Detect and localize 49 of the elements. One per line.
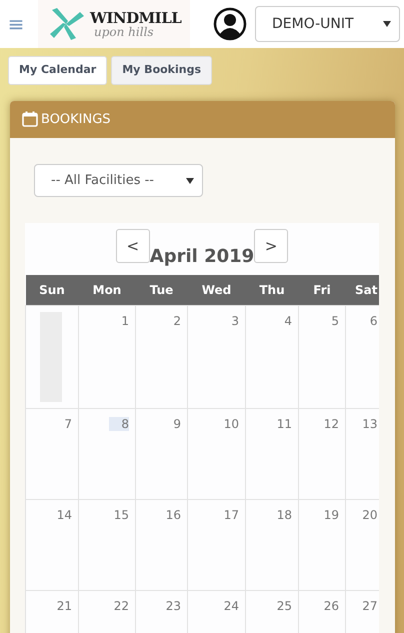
day-number[interactable]: 19 bbox=[324, 508, 339, 522]
day-number[interactable]: 14 bbox=[56, 508, 72, 522]
day-number[interactable]: 20 bbox=[362, 508, 378, 522]
user-avatar-icon[interactable] bbox=[213, 7, 247, 41]
next-month-button[interactable]: > bbox=[254, 229, 288, 263]
day-number[interactable]: 9 bbox=[173, 416, 181, 430]
day-number[interactable]: 3 bbox=[231, 314, 239, 328]
logo-tagline: upon hills bbox=[94, 26, 155, 38]
day-number[interactable]: 26 bbox=[324, 598, 339, 612]
caret-icon bbox=[383, 21, 391, 27]
day-number[interactable]: 5 bbox=[331, 314, 339, 328]
weekday-header: Mon bbox=[92, 282, 122, 297]
day-number[interactable]: 17 bbox=[224, 508, 239, 522]
day-number[interactable]: 16 bbox=[166, 508, 181, 522]
day-number[interactable]: 13 bbox=[362, 416, 378, 430]
weekday-header: Thu bbox=[259, 282, 285, 297]
day-number[interactable]: 25 bbox=[276, 598, 292, 612]
day-number[interactable]: 10 bbox=[224, 416, 239, 430]
weekday-header: Tue bbox=[150, 282, 174, 297]
day-number[interactable]: 22 bbox=[114, 598, 129, 612]
logo-name: WINDMILL bbox=[90, 10, 182, 26]
caret-icon bbox=[186, 178, 194, 184]
day-number[interactable]: 4 bbox=[284, 314, 292, 328]
weekday-header: Sat bbox=[355, 282, 378, 297]
month-title: April 2019 bbox=[150, 245, 254, 269]
weekday-header: Wed bbox=[202, 282, 232, 297]
nav-button[interactable]: My Calendar bbox=[8, 56, 108, 84]
day-number[interactable]: 6 bbox=[370, 314, 378, 328]
nav-button[interactable]: My Bookings bbox=[111, 56, 212, 84]
menu-icon[interactable]: ≡ bbox=[0, 9, 32, 39]
card-title: BOOKINGS bbox=[41, 110, 111, 128]
calendar-icon bbox=[22, 111, 38, 128]
day-number[interactable]: 1 bbox=[121, 314, 129, 328]
previous-month-button[interactable]: < bbox=[116, 229, 150, 263]
day-number[interactable]: 11 bbox=[276, 416, 292, 430]
weekday-header: Sun bbox=[39, 282, 65, 297]
day-number[interactable]: 21 bbox=[56, 598, 72, 612]
unit-select[interactable]: DEMO-UNIT bbox=[255, 6, 400, 42]
weekday-header: Fri bbox=[313, 282, 331, 297]
day-number[interactable]: 15 bbox=[114, 508, 129, 522]
day-number[interactable]: 2 bbox=[173, 314, 181, 328]
facility-select[interactable]: -- All Facilities -- bbox=[34, 164, 203, 197]
day-number[interactable]: 7 bbox=[64, 416, 72, 430]
day-number[interactable]: 8 bbox=[109, 416, 129, 430]
day-number[interactable]: 23 bbox=[166, 598, 181, 612]
day-number[interactable]: 12 bbox=[324, 416, 339, 430]
day-number[interactable]: 18 bbox=[276, 508, 292, 522]
day-number[interactable]: 24 bbox=[224, 598, 239, 612]
day-number[interactable]: 27 bbox=[362, 598, 378, 612]
